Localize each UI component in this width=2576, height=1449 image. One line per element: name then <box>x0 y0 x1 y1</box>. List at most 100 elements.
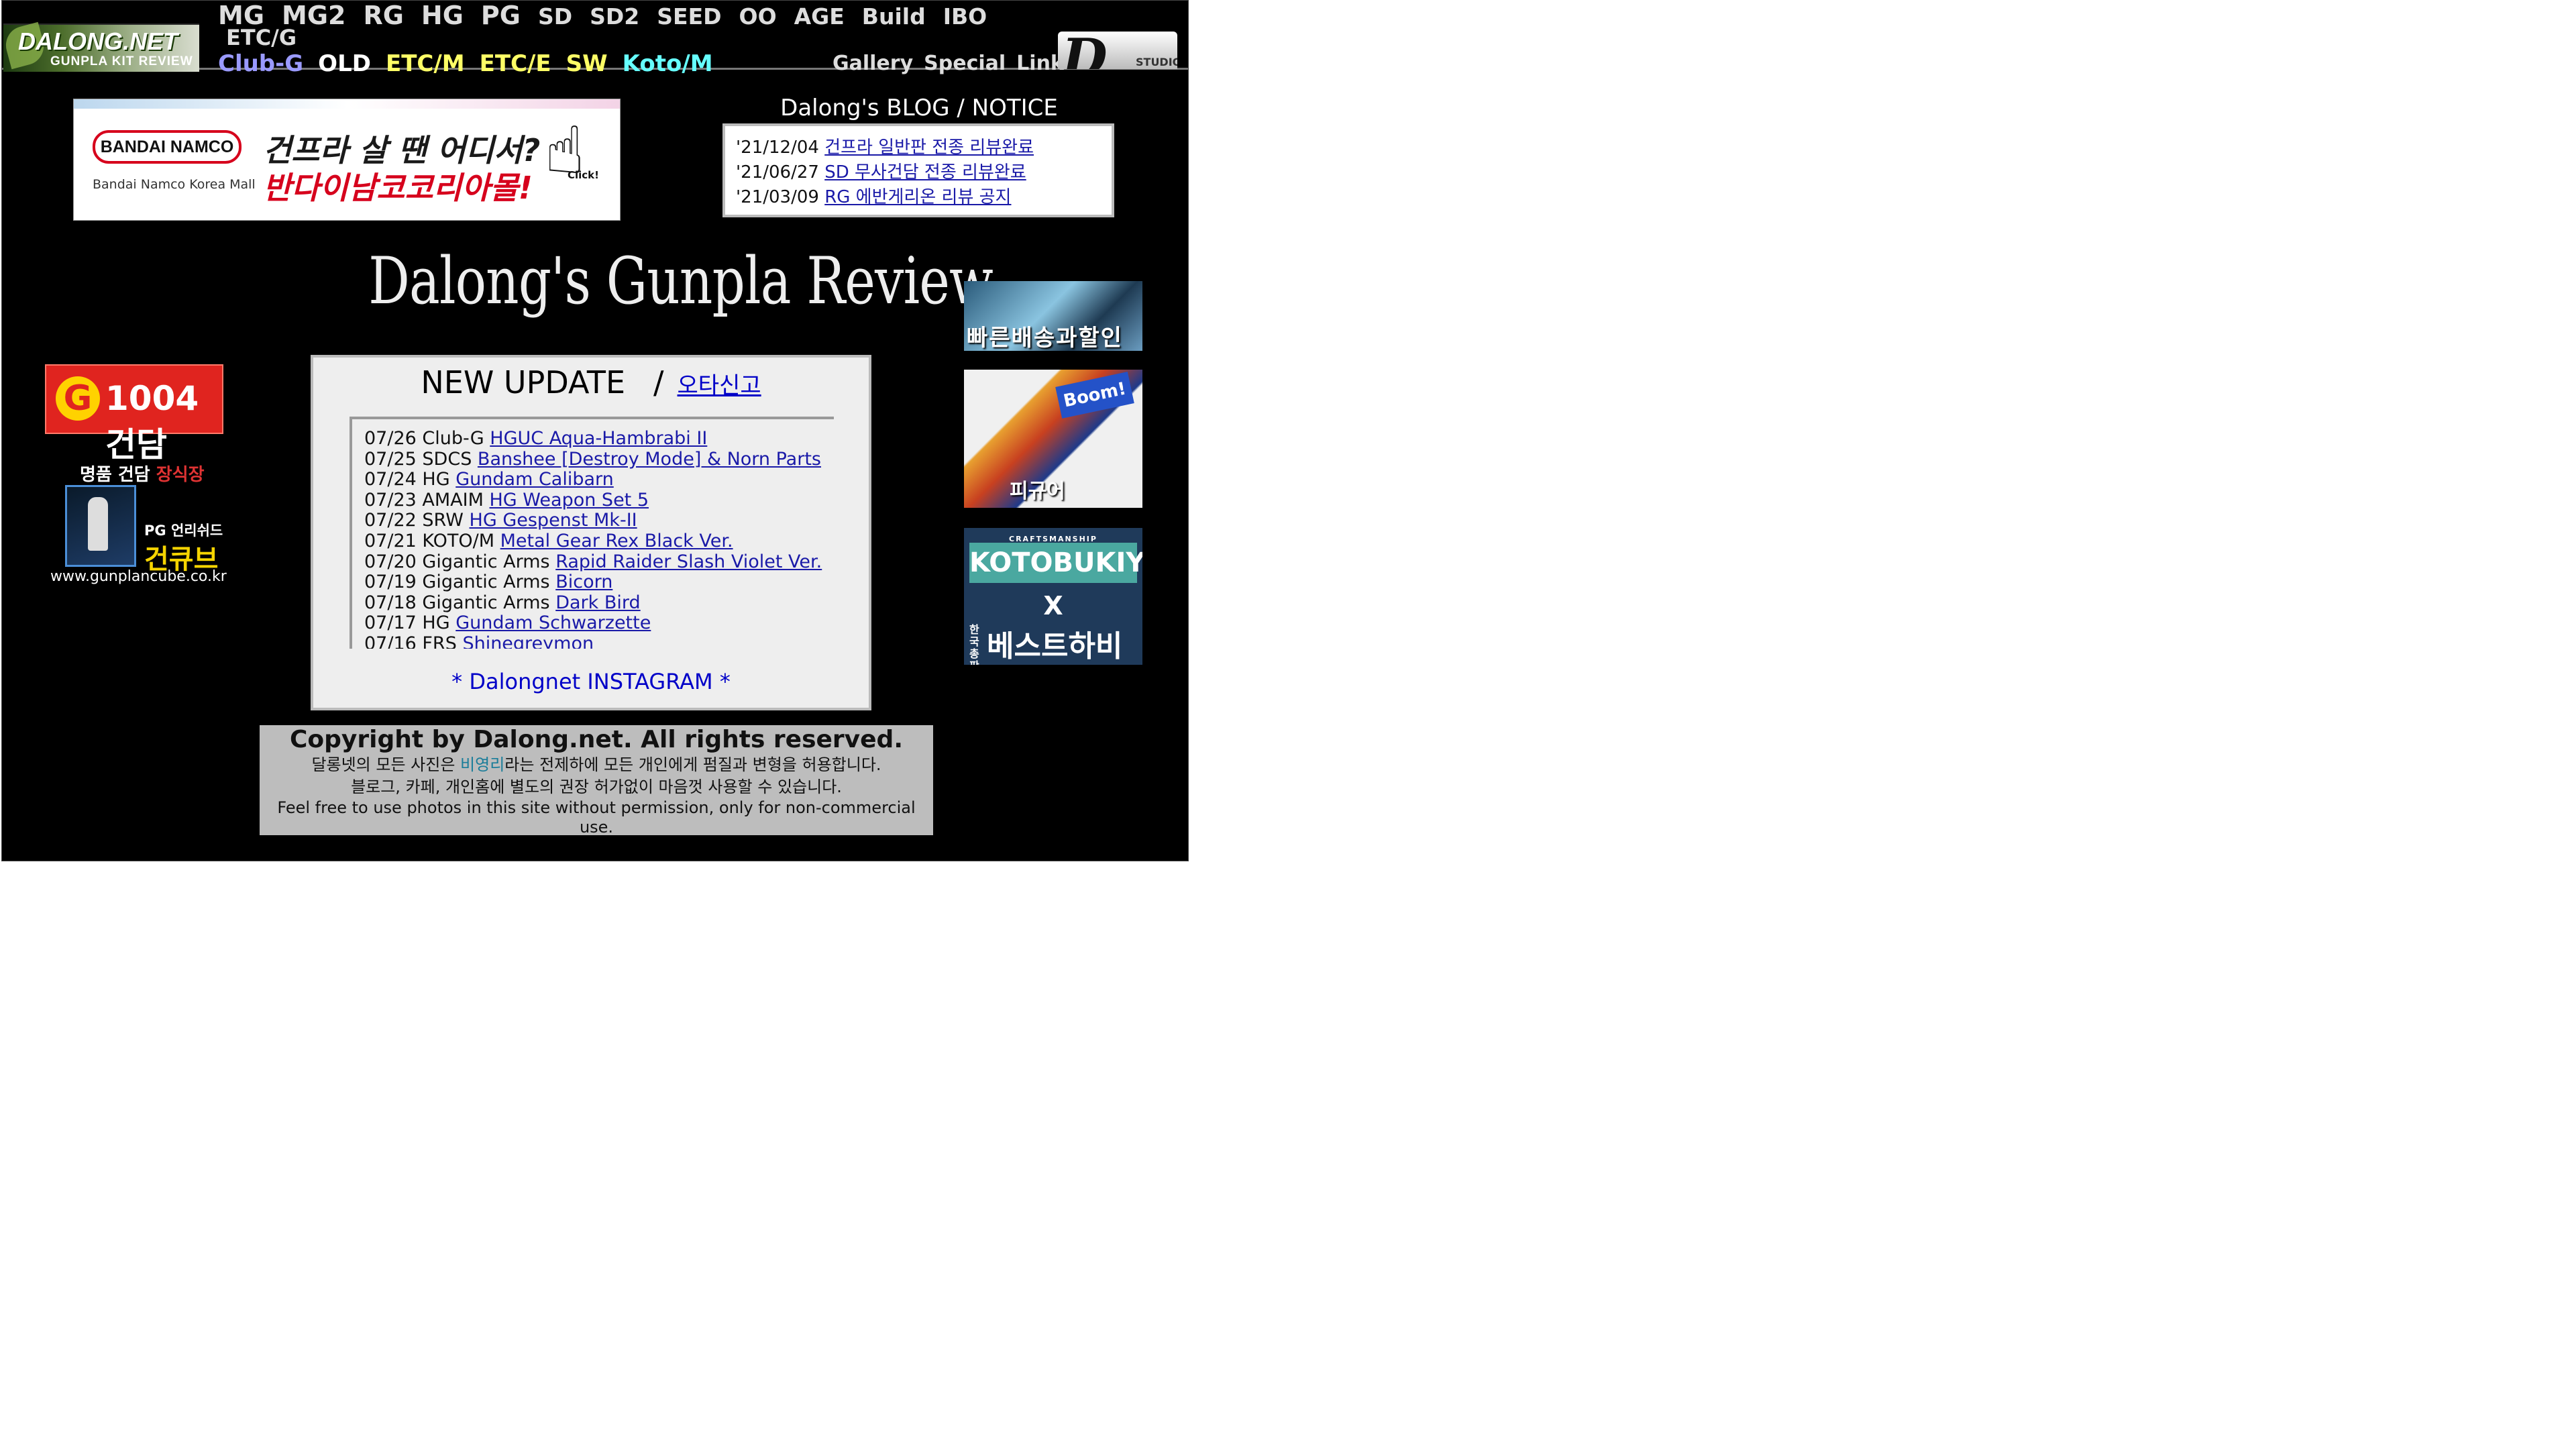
update-date: 07/17 <box>364 612 417 634</box>
d-studio-text: STUDIO <box>1136 56 1177 68</box>
update-link[interactable]: Bicorn <box>555 572 612 592</box>
nav-sd2[interactable]: SD2 <box>590 3 639 30</box>
nav-sw[interactable]: SW <box>566 50 608 77</box>
ad-fast-shipping-label: 빠른배송과할인 <box>967 325 1123 351</box>
nav-pg[interactable]: PG <box>481 1 521 30</box>
update-item: 07/23 AMAIM HG Weapon Set 5 <box>364 490 834 511</box>
nav-seed[interactable]: SEED <box>657 3 721 30</box>
nav-hg[interactable]: HG <box>421 1 464 30</box>
update-title: NEW UPDATE <box>421 364 626 400</box>
blog-notice-box: '21/12/04 건프라 일반판 전종 리뷰완료 '21/06/27 SD 무… <box>722 123 1114 217</box>
nav-etc-g[interactable]: ETC/G <box>226 25 297 50</box>
nav-sd[interactable]: SD <box>538 3 572 30</box>
nav-special[interactable]: Special <box>924 52 1006 75</box>
update-category: Gigantic Arms <box>422 551 550 572</box>
page-title: Dalong's Gunpla Review <box>368 244 994 319</box>
d-studio-badge[interactable]: D STUDIO <box>1058 32 1177 69</box>
ad-fast-shipping[interactable]: 빠른배송과할인 <box>964 281 1142 351</box>
site-logo[interactable]: DALONG.NET GUNPLA KIT REVIEW <box>2 21 199 72</box>
update-category: FRS <box>422 633 457 649</box>
ad-figure-badge: Boom! <box>1055 372 1134 419</box>
nav-rg[interactable]: RG <box>363 1 403 30</box>
ad-figure[interactable]: Boom! 피규어 <box>964 370 1142 508</box>
ad-kotobukiya-partner-name: 베스트하비 <box>987 629 1123 663</box>
copyright-box: Copyright by Dalong.net. All rights rese… <box>260 725 933 837</box>
banner-strip <box>74 99 620 109</box>
nav-old[interactable]: OLD <box>318 50 371 77</box>
banner-click-text: Click! <box>568 169 599 181</box>
update-category: SDCS <box>422 448 472 470</box>
update-item: 07/25 SDCS Banshee [Destroy Mode] & Norn… <box>364 449 834 470</box>
update-date: 07/16 <box>364 633 417 649</box>
nav-koto-m[interactable]: Koto/M <box>623 50 713 77</box>
update-date: 07/21 <box>364 530 417 551</box>
update-category: KOTO/M <box>422 530 495 551</box>
nav-etc-m[interactable]: ETC/M <box>386 50 465 77</box>
ad-gunplancube[interactable]: 명품 건담 장식장 PG 언리쉬드 건큐브 www.gunplancube.co… <box>50 461 227 592</box>
blog-link[interactable]: SD 무사건담 전종 리뷰완료 <box>824 162 1026 182</box>
nav-gallery[interactable]: Gallery <box>833 52 913 75</box>
banner-subtext: Bandai Namco Korea Mall <box>93 177 256 192</box>
instagram-link-row: * Dalongnet INSTAGRAM * <box>313 669 869 694</box>
update-item: 07/17 HG Gundam Schwarzette <box>364 613 834 634</box>
non-commercial-highlight: 비영리 <box>460 755 505 774</box>
update-item: 07/20 Gigantic Arms Rapid Raider Slash V… <box>364 551 834 573</box>
blog-date: '21/03/09 <box>736 187 819 207</box>
update-link[interactable]: HG Gespenst Mk-II <box>470 510 637 531</box>
ad-1004-gundam[interactable]: G 1004건담 <box>45 364 223 464</box>
update-separator: / <box>653 364 664 400</box>
update-item: 07/18 Gigantic Arms Dark Bird <box>364 592 834 614</box>
update-date: 07/18 <box>364 592 417 613</box>
blog-link[interactable]: RG 에반게리온 리뷰 공지 <box>824 187 1011 207</box>
blog-title: Dalong's BLOG / NOTICE <box>780 95 1058 121</box>
new-update-panel: NEW UPDATE / 오타신고 07/26 Club-G HGUC Aqua-H… <box>311 355 871 710</box>
blog-item: '21/06/27 SD 무사건담 전종 리뷰완료 <box>736 160 1112 185</box>
blog-link[interactable]: 건프라 일반판 전종 리뷰완료 <box>824 138 1034 158</box>
ad-kotobukiya[interactable]: CRAFTSMANSHIP KOTOBUKIYA X 한국 총판베스트하비 <box>964 528 1142 665</box>
update-category: Gigantic Arms <box>422 572 550 593</box>
d-studio-letter: D <box>1062 32 1108 69</box>
update-link[interactable]: HG Weapon Set 5 <box>490 490 649 511</box>
blog-item: '21/03/09 RG 에반게리온 리뷰 공지 <box>736 185 1112 210</box>
update-item: 07/21 KOTO/M Metal Gear Rex Black Ver. <box>364 531 834 552</box>
instagram-link[interactable]: * Dalongnet INSTAGRAM * <box>451 669 731 694</box>
nav-club-g[interactable]: Club-G <box>218 50 303 77</box>
blog-item: '21/12/04 건프라 일반판 전종 리뷰완료 <box>736 136 1112 160</box>
update-link[interactable]: Rapid Raider Slash Violet Ver. <box>555 551 822 572</box>
typo-report-link[interactable]: 오타신고 <box>678 372 761 399</box>
update-item: 07/22 SRW HG Gespenst Mk-II <box>364 511 834 531</box>
update-item: 07/16 FRS Shinegreymon <box>364 633 834 649</box>
logo-subtitle: GUNPLA KIT REVIEW <box>50 54 193 68</box>
update-item: 07/26 Club-G HGUC Aqua-Hambrabi II <box>364 428 834 449</box>
update-link[interactable]: HGUC Aqua-Hambrabi II <box>490 428 707 449</box>
nav-etc-e[interactable]: ETC/E <box>480 50 551 77</box>
update-list[interactable]: 07/26 Club-G HGUC Aqua-Hambrabi II 07/25 … <box>350 417 834 649</box>
nav-link[interactable]: Link <box>1016 52 1064 75</box>
update-link[interactable]: Gundam Calibarn <box>455 469 614 490</box>
blog-date: '21/12/04 <box>736 138 819 158</box>
update-category: HG <box>422 469 450 490</box>
ad-1004-label: 1004건담 <box>105 379 199 464</box>
nav-age[interactable]: AGE <box>794 3 845 30</box>
bandai-namco-banner[interactable]: BANDAI NAMCO Bandai Namco Korea Mall 건프라… <box>73 99 621 221</box>
gundam-figure-icon <box>88 497 108 551</box>
nav-oo[interactable]: OO <box>739 3 777 30</box>
update-category: Gigantic Arms <box>422 592 550 613</box>
update-link[interactable]: Dark Bird <box>555 592 640 613</box>
kotobukiya-logo: KOTOBUKIYA <box>969 543 1142 583</box>
update-date: 07/26 <box>364 428 417 449</box>
update-category: HG <box>422 612 450 634</box>
update-link[interactable]: Metal Gear Rex Black Ver. <box>500 531 733 551</box>
logo-title: DALONG.NET <box>18 28 178 55</box>
update-category: Club-G <box>422 428 484 449</box>
update-link[interactable]: Banshee [Destroy Mode] & Norn Parts <box>478 449 821 470</box>
banner-headline-2: 반다이남코코리아몰! <box>263 170 533 206</box>
nav-build[interactable]: Build <box>862 3 926 30</box>
ad-kotobukiya-partner: 한국 총판 베스트하비 <box>969 622 1122 665</box>
update-date: 07/25 <box>364 448 417 470</box>
nav-row-secondary: Club-G OLD ETC/M ETC/E SW Koto/M <box>218 50 728 77</box>
update-link[interactable]: Shinegreymon <box>462 633 594 649</box>
nav-ibo[interactable]: IBO <box>943 3 987 30</box>
copyright-title: Copyright by Dalong.net. All rights rese… <box>289 726 903 753</box>
update-link[interactable]: Gundam Schwarzette <box>455 612 651 634</box>
